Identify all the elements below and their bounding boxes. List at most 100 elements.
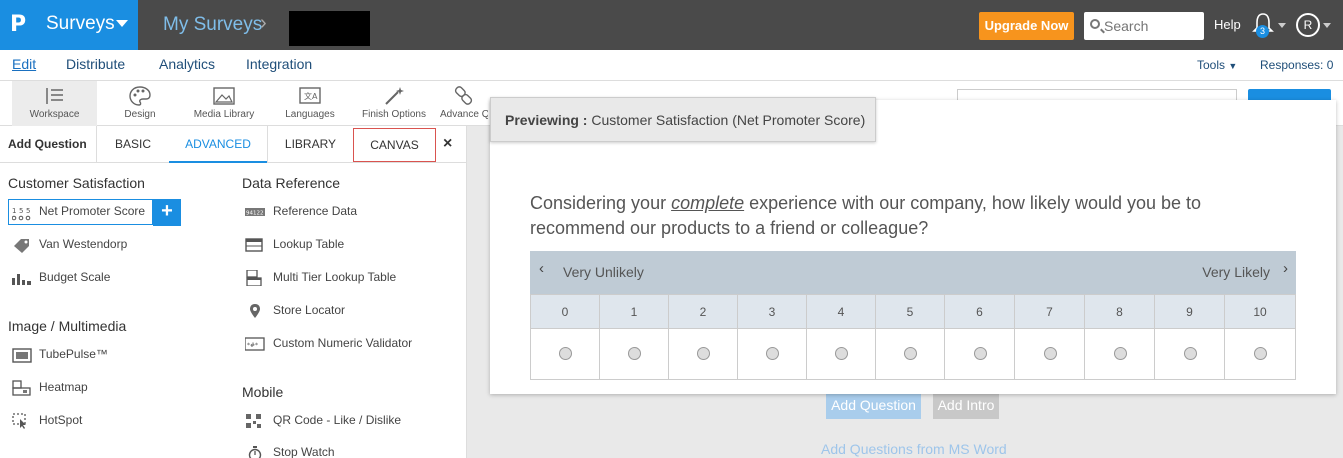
- add-intro-button[interactable]: Add Intro: [933, 393, 999, 419]
- tool-label: Media Library: [193, 109, 255, 120]
- question-type-net-promoter-score[interactable]: 1 5 5 Net Promoter Score: [8, 199, 153, 225]
- question-text-emphasis: complete: [671, 193, 745, 213]
- nps-option-label: 3: [738, 295, 806, 329]
- app-switcher[interactable]: P Surveys: [0, 0, 138, 50]
- add-question-button[interactable]: Add Question: [826, 393, 921, 419]
- palette-icon: [129, 86, 151, 106]
- tool-finish-options[interactable]: Finish Options: [358, 81, 430, 126]
- image-icon: [213, 87, 235, 105]
- tool-media-library[interactable]: Media Library: [189, 81, 259, 126]
- upgrade-button[interactable]: Upgrade Now: [979, 12, 1074, 40]
- nps-radio[interactable]: [1183, 347, 1197, 360]
- nps-radio[interactable]: [904, 347, 917, 360]
- nav-analytics[interactable]: Analytics: [159, 56, 215, 72]
- question-type-heatmap[interactable]: Heatmap: [12, 375, 212, 401]
- multi-table-icon: [246, 270, 262, 286]
- add-question-type-button[interactable]: +: [153, 199, 181, 226]
- tool-label: Workspace: [29, 109, 80, 120]
- question-type-stop-watch[interactable]: Stop Watch: [245, 440, 460, 458]
- nps-radio[interactable]: [1254, 347, 1267, 360]
- question-type-label: Stop Watch: [273, 445, 335, 458]
- nps-option: 8: [1085, 295, 1155, 379]
- chevron-down-icon[interactable]: [1278, 23, 1286, 28]
- search-icon: [1090, 19, 1100, 29]
- chevron-down-icon[interactable]: [1323, 23, 1331, 28]
- tool-languages[interactable]: 文A Languages: [275, 81, 345, 126]
- nps-radio[interactable]: [1113, 347, 1127, 360]
- section-title-image-multimedia: Image / Multimedia: [8, 318, 127, 334]
- question-type-label: Budget Scale: [39, 270, 111, 284]
- tab-basic[interactable]: BASIC: [97, 126, 169, 163]
- search-input[interactable]: [1104, 16, 1200, 36]
- help-link[interactable]: Help: [1214, 17, 1241, 32]
- tab-advanced[interactable]: ADVANCED: [169, 126, 267, 163]
- logo-icon: P: [10, 12, 27, 37]
- svg-text:5: 5: [19, 207, 23, 215]
- question-type-budget-scale[interactable]: Budget Scale: [12, 265, 212, 291]
- chevron-left-icon: ‹: [539, 260, 544, 277]
- avatar[interactable]: R: [1296, 13, 1320, 37]
- svg-text:1: 1: [12, 207, 16, 215]
- redacted-survey-name: [289, 11, 370, 46]
- close-icon[interactable]: ×: [443, 135, 452, 153]
- tool-label: Design: [124, 109, 156, 120]
- nps-radio[interactable]: [766, 347, 779, 360]
- question-type-hotspot[interactable]: HotSpot: [12, 408, 212, 434]
- add-questions-from-ms-word-link[interactable]: Add Questions from MS Word: [821, 441, 1007, 457]
- question-type-van-westendorp[interactable]: Van Westendorp: [12, 232, 212, 258]
- preview-title-tab: Previewing : Customer Satisfaction (Net …: [490, 97, 876, 142]
- question-type-label: Reference Data: [273, 204, 358, 218]
- app-name: Surveys: [46, 13, 115, 34]
- translate-icon: 文A: [299, 87, 321, 104]
- nps-option-label: 7: [1015, 295, 1084, 329]
- tools-label: Tools: [1197, 58, 1226, 72]
- stopwatch-icon: [248, 446, 262, 458]
- nps-scale-header: ‹ Very Unlikely Very Likely ›: [530, 251, 1296, 294]
- tool-workspace[interactable]: Workspace: [12, 81, 97, 126]
- question-type-qr-code[interactable]: QR Code - Like / Dislike: [245, 408, 460, 434]
- question-type-custom-numeric-validator[interactable]: *#* Custom Numeric Validator: [245, 331, 460, 357]
- tab-canvas[interactable]: CANVAS: [353, 128, 436, 162]
- nps-option: 2: [669, 295, 738, 379]
- nps-radio[interactable]: [1043, 347, 1057, 360]
- tools-menu[interactable]: Tools ▼: [1197, 58, 1237, 72]
- section-title-customer-satisfaction: Customer Satisfaction: [8, 175, 145, 191]
- tool-design[interactable]: Design: [105, 81, 175, 126]
- nps-option-label: 5: [876, 295, 944, 329]
- nps-option-label: 2: [669, 295, 737, 329]
- nps-radio[interactable]: [628, 347, 641, 360]
- tool-advance-options[interactable]: Advance Q: [440, 81, 488, 126]
- tab-library[interactable]: LIBRARY: [267, 126, 353, 163]
- nav-edit[interactable]: Edit: [12, 56, 36, 72]
- nps-option-label: 10: [1225, 295, 1295, 329]
- question-type-tabs: Add Question BASIC ADVANCED LIBRARY CANV…: [0, 126, 467, 163]
- nav-distribute[interactable]: Distribute: [66, 56, 125, 72]
- tool-label: Finish Options: [362, 109, 426, 120]
- nps-option: 1: [600, 295, 669, 379]
- nps-option: 6: [945, 295, 1015, 379]
- question-type-reference-data[interactable]: 94122 Reference Data: [245, 199, 460, 225]
- nps-radio[interactable]: [973, 347, 987, 360]
- nps-radio[interactable]: [697, 347, 710, 360]
- chevron-down-icon: ▼: [1228, 61, 1238, 71]
- question-type-lookup-table[interactable]: Lookup Table: [245, 232, 460, 258]
- nps-option-label: 4: [807, 295, 875, 329]
- search-box[interactable]: [1084, 12, 1204, 40]
- nps-radio[interactable]: [559, 347, 572, 360]
- nps-option-label: 0: [531, 295, 599, 329]
- breadcrumb-my-surveys[interactable]: My Surveys: [163, 14, 262, 36]
- reference-data-icon: 94122: [245, 208, 265, 217]
- nps-option: 5: [876, 295, 945, 379]
- price-tag-icon: [14, 239, 29, 253]
- question-type-store-locator[interactable]: Store Locator: [245, 298, 460, 324]
- question-type-multi-tier-lookup-table[interactable]: Multi Tier Lookup Table: [245, 265, 460, 291]
- add-question-heading: Add Question: [0, 126, 97, 163]
- add-question-panel: Add Question BASIC ADVANCED LIBRARY CANV…: [0, 126, 467, 458]
- notification-badge: 3: [1256, 25, 1269, 38]
- nps-option: 4: [807, 295, 876, 379]
- nps-radio[interactable]: [835, 347, 848, 360]
- magic-wand-icon: [385, 87, 404, 105]
- question-type-tubepulse[interactable]: TubePulse™: [12, 342, 212, 368]
- nav-integration[interactable]: Integration: [246, 56, 312, 72]
- question-text: Considering your complete experience wit…: [530, 191, 1290, 241]
